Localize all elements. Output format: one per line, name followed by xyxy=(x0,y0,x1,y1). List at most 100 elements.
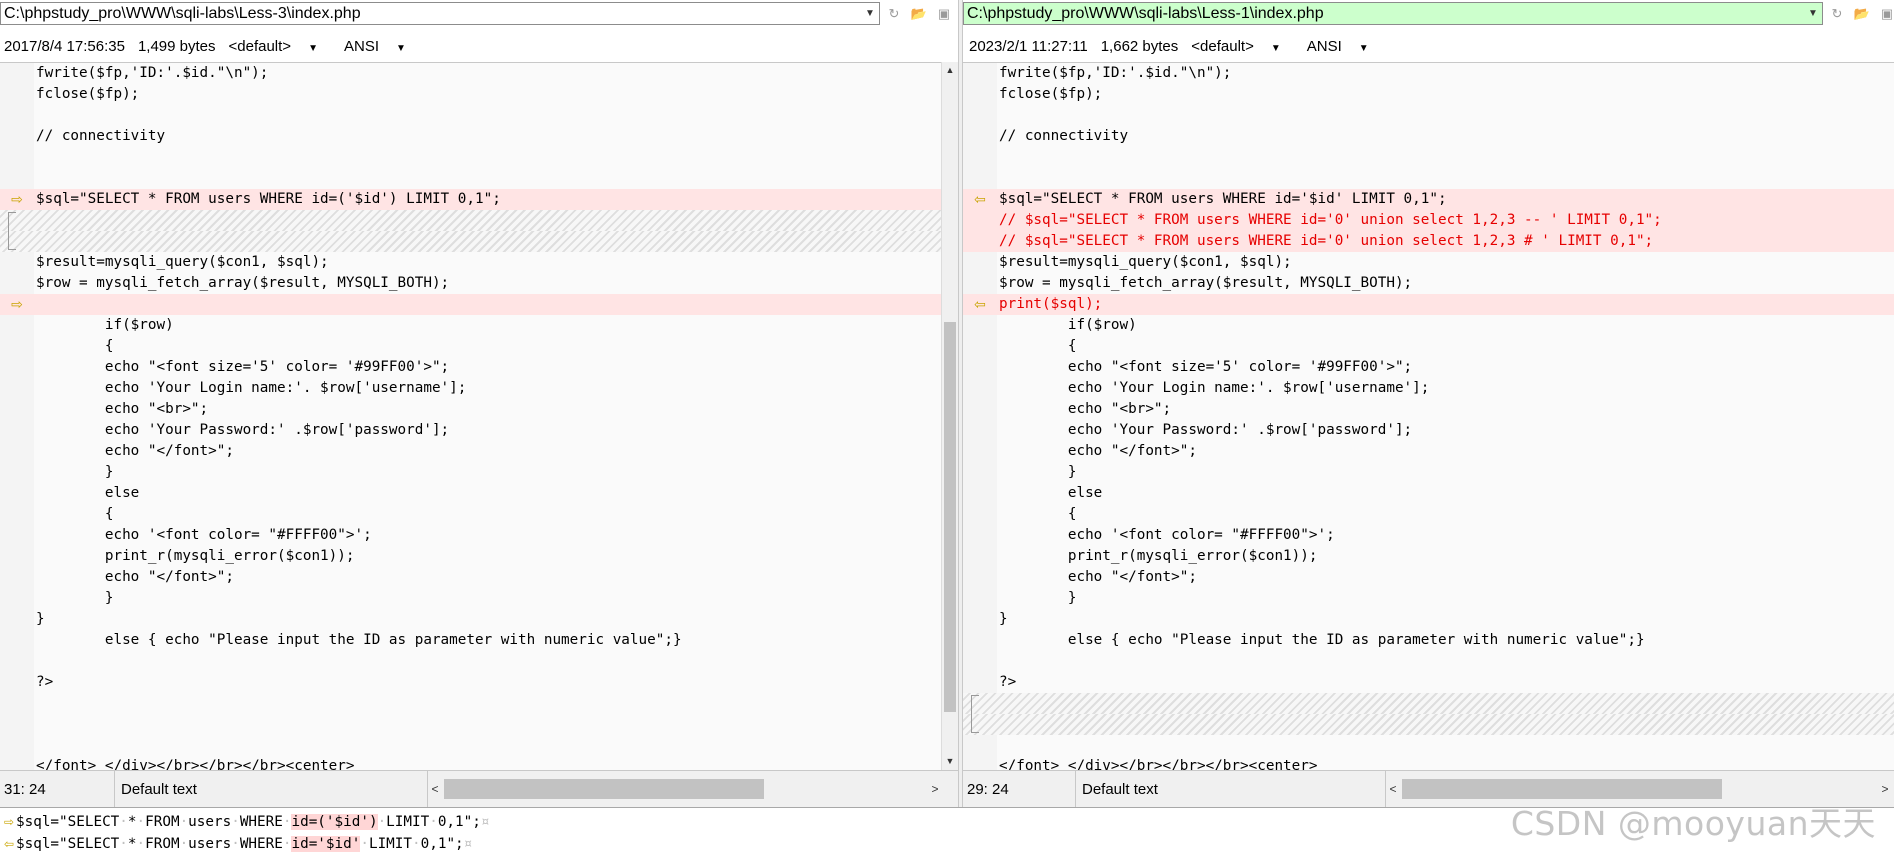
code-line[interactable]: } xyxy=(0,609,941,630)
code-line[interactable]: $row = mysqli_fetch_array($result, MYSQL… xyxy=(963,273,1894,294)
code-line[interactable]: fclose($fp); xyxy=(963,84,1894,105)
code-line[interactable] xyxy=(963,714,1894,735)
right-code-editor[interactable]: fwrite($fp,'ID:'.$id."\n"); fclose($fp); /… xyxy=(963,62,1894,771)
left-path-combobox[interactable]: C:\phpstudy_pro\WWW\sqli-labs\Less-3\ind… xyxy=(0,2,880,25)
save-icon[interactable]: ▣ xyxy=(1876,3,1894,25)
code-line[interactable]: $row = mysqli_fetch_array($result, MYSQL… xyxy=(0,273,941,294)
code-line[interactable]: else xyxy=(963,483,1894,504)
code-line[interactable]: if($row) xyxy=(963,315,1894,336)
code-line[interactable]: ?> xyxy=(963,672,1894,693)
code-line[interactable]: echo "</font>"; xyxy=(0,567,941,588)
code-line[interactable]: echo "</font>"; xyxy=(0,441,941,462)
code-line[interactable]: $result=mysqli_query($con1, $sql); xyxy=(0,252,941,273)
left-code-editor[interactable]: fwrite($fp,'ID:'.$id."\n"); fclose($fp); /… xyxy=(0,62,941,771)
open-folder-icon[interactable]: 📂 xyxy=(908,3,930,25)
code-line[interactable]: echo 'Your Password:' .$row['password']; xyxy=(0,420,941,441)
code-line[interactable]: print_r(mysqli_error($con1)); xyxy=(963,546,1894,567)
scroll-right-icon[interactable]: > xyxy=(928,781,942,797)
code-line[interactable]: else xyxy=(0,483,941,504)
code-line[interactable]: { xyxy=(0,336,941,357)
code-line[interactable]: // $sql="SELECT * FROM users WHERE id='0… xyxy=(963,231,1894,252)
code-line[interactable]: </font> </div></br></br></br><center> xyxy=(0,756,941,771)
left-vertical-scrollbar[interactable]: ▲ ▼ xyxy=(941,62,958,770)
code-line[interactable]: } xyxy=(0,462,941,483)
code-line[interactable]: else { echo "Please input the ID as para… xyxy=(963,630,1894,651)
code-line[interactable]: // connectivity xyxy=(963,126,1894,147)
code-line[interactable]: } xyxy=(0,588,941,609)
code-line[interactable]: echo "<font size='5' color= '#99FF00'>"; xyxy=(0,357,941,378)
code-line[interactable]: echo '<font color= "#FFFF00">'; xyxy=(0,525,941,546)
code-line[interactable]: if($row) xyxy=(0,315,941,336)
code-line[interactable] xyxy=(0,210,941,231)
scroll-down-icon[interactable]: ▼ xyxy=(942,753,958,770)
code-line[interactable]: $result=mysqli_query($con1, $sql); xyxy=(963,252,1894,273)
code-line[interactable]: } xyxy=(963,462,1894,483)
code-line[interactable]: echo "</font>"; xyxy=(963,441,1894,462)
left-syntax-dropdown[interactable]: <default> ▼ xyxy=(229,38,331,55)
code-line[interactable] xyxy=(0,735,941,756)
open-folder-icon[interactable]: 📂 xyxy=(1851,3,1873,25)
chevron-down-icon[interactable]: ▼ xyxy=(1804,3,1822,24)
code-line[interactable]: else { echo "Please input the ID as para… xyxy=(0,630,941,651)
right-datetime: 2023/2/1 11:27:11 xyxy=(969,37,1088,55)
code-line[interactable]: ⇨ $sql="SELECT * FROM users WHERE id=('$i… xyxy=(0,189,941,210)
code-line[interactable] xyxy=(0,714,941,735)
code-line[interactable]: ⇦ $sql="SELECT * FROM users WHERE id='$id… xyxy=(963,189,1894,210)
code-line[interactable]: echo 'Your Login name:'. $row['username'… xyxy=(963,378,1894,399)
code-line[interactable]: } xyxy=(963,609,1894,630)
left-horizontal-scrollbar[interactable]: < > xyxy=(428,771,958,807)
chevron-down-icon[interactable]: ▼ xyxy=(861,3,879,24)
code-line[interactable]: </font> </div></br></br></br><center> xyxy=(963,756,1894,771)
code-line[interactable]: echo "<font size='5' color= '#99FF00'>"; xyxy=(963,357,1894,378)
scroll-right-icon[interactable]: > xyxy=(1878,781,1892,797)
compare-token: $sql="SELECT xyxy=(16,814,120,830)
scroll-left-icon[interactable]: < xyxy=(1386,781,1400,797)
compare-token: LIMIT xyxy=(386,814,430,830)
code-line[interactable] xyxy=(963,735,1894,756)
code-line[interactable]: echo 'Your Password:' .$row['password']; xyxy=(963,420,1894,441)
code-line[interactable]: { xyxy=(963,336,1894,357)
left-hscroll-thumb[interactable] xyxy=(444,779,764,799)
left-vscroll-thumb[interactable] xyxy=(944,322,956,712)
refresh-icon[interactable]: ↻ xyxy=(1826,3,1848,25)
code-line[interactable] xyxy=(963,693,1894,714)
code-line[interactable]: } xyxy=(963,588,1894,609)
right-syntax-dropdown[interactable]: <default> ▼ xyxy=(1191,38,1293,55)
code-line[interactable] xyxy=(0,231,941,252)
code-line[interactable]: ⇦ print($sql); xyxy=(963,294,1894,315)
code-line[interactable] xyxy=(963,147,1894,168)
code-line[interactable] xyxy=(963,105,1894,126)
code-line[interactable]: // $sql="SELECT * FROM users WHERE id='0… xyxy=(963,210,1894,231)
refresh-icon[interactable]: ↻ xyxy=(883,3,905,25)
scroll-up-icon[interactable]: ▲ xyxy=(942,62,958,79)
code-line[interactable]: echo 'Your Login name:'. $row['username'… xyxy=(0,378,941,399)
right-hscroll-thumb[interactable] xyxy=(1402,779,1722,799)
scroll-left-icon[interactable]: < xyxy=(428,781,442,797)
right-encoding-dropdown[interactable]: ANSI ▼ xyxy=(1307,38,1382,55)
code-line[interactable]: ⇨ xyxy=(0,294,941,315)
code-line[interactable]: echo "<br>"; xyxy=(963,399,1894,420)
code-line[interactable]: // connectivity xyxy=(0,126,941,147)
code-line[interactable]: { xyxy=(963,504,1894,525)
code-line[interactable] xyxy=(963,651,1894,672)
code-line[interactable] xyxy=(0,168,941,189)
code-line[interactable]: echo '<font color= "#FFFF00">'; xyxy=(963,525,1894,546)
code-line[interactable]: fclose($fp); xyxy=(0,84,941,105)
code-line[interactable] xyxy=(0,105,941,126)
code-text: // connectivity xyxy=(36,128,166,144)
code-line[interactable]: fwrite($fp,'ID:'.$id."\n"); xyxy=(963,63,1894,84)
save-icon[interactable]: ▣ xyxy=(933,3,955,25)
code-line[interactable] xyxy=(0,147,941,168)
compare-line-left-text: $sql="SELECT·*·FROM·users·WHERE·id=('$id… xyxy=(16,814,489,830)
code-line[interactable]: fwrite($fp,'ID:'.$id."\n"); xyxy=(0,63,941,84)
code-line[interactable]: ?> xyxy=(0,672,941,693)
code-line[interactable] xyxy=(0,693,941,714)
code-line[interactable]: { xyxy=(0,504,941,525)
code-line[interactable]: print_r(mysqli_error($con1)); xyxy=(0,546,941,567)
code-line[interactable] xyxy=(0,651,941,672)
right-path-combobox[interactable]: C:\phpstudy_pro\WWW\sqli-labs\Less-1\ind… xyxy=(963,2,1823,25)
code-line[interactable]: echo "<br>"; xyxy=(0,399,941,420)
left-encoding-dropdown[interactable]: ANSI ▼ xyxy=(344,38,419,55)
code-line[interactable]: echo "</font>"; xyxy=(963,567,1894,588)
code-line[interactable] xyxy=(963,168,1894,189)
